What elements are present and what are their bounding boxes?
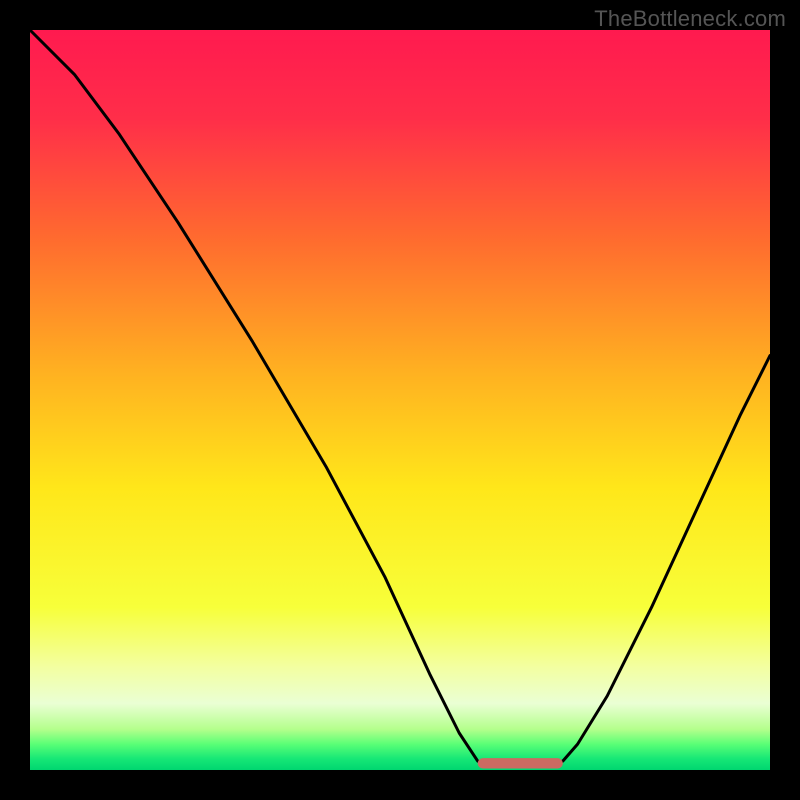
watermark-text: TheBottleneck.com [594, 6, 786, 32]
gradient-background [30, 30, 770, 770]
bottleneck-chart [0, 0, 800, 800]
chart-container: TheBottleneck.com [0, 0, 800, 800]
optimal-range-marker [478, 758, 563, 768]
